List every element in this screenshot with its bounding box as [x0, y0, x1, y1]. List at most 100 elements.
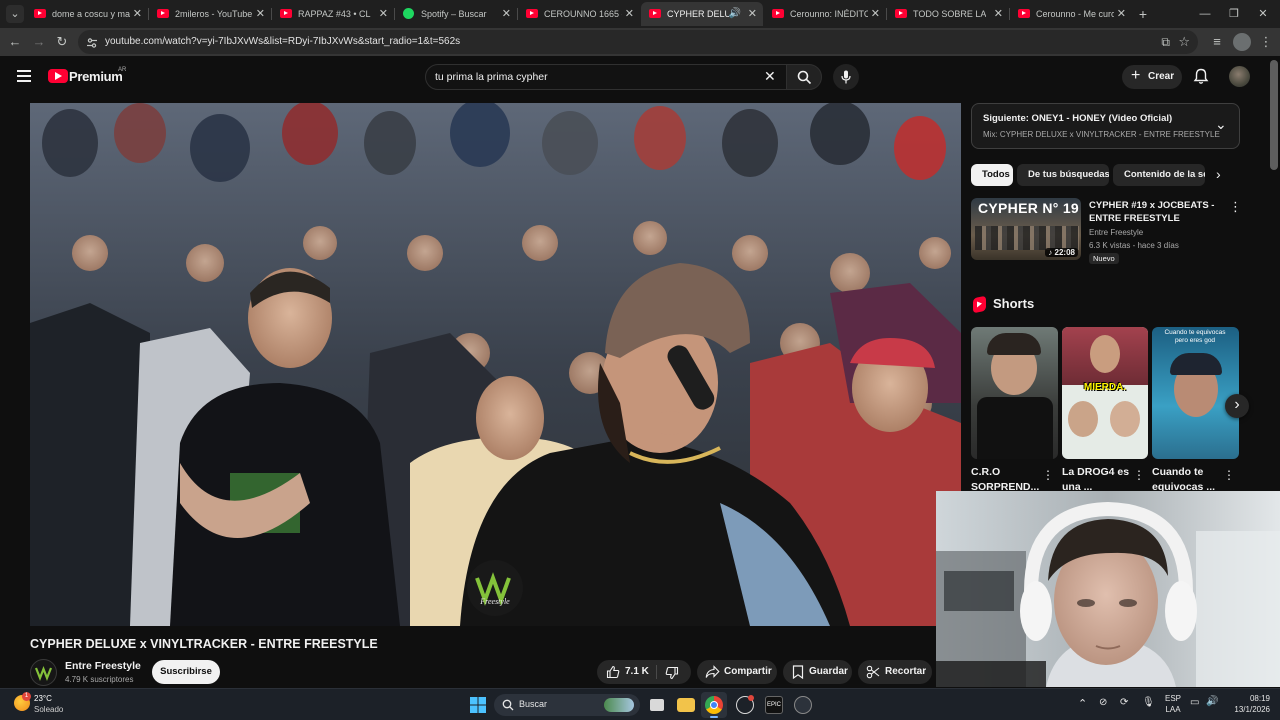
bookmark-star-icon[interactable]: ☆ — [1178, 34, 1190, 50]
file-explorer-icon[interactable] — [677, 698, 695, 712]
notifications-bell-icon[interactable] — [1193, 68, 1209, 85]
tray-chevron-up-icon[interactable]: ⌃ — [1078, 697, 1087, 710]
short-kebab-icon[interactable]: ⋮ — [1042, 468, 1054, 482]
taskbar-search-placeholder: Buscar — [519, 699, 548, 709]
restore-icon[interactable]: ❐ — [1225, 5, 1243, 23]
maps-pin-icon[interactable] — [794, 696, 812, 714]
back-arrow-icon[interactable]: ← — [6, 33, 24, 51]
browser-tab-5[interactable]: CEROUNNO 1665 - Y ✕ — [518, 2, 640, 26]
weather-temp[interactable]: 23°C — [34, 694, 52, 703]
chips-next-chevron-icon[interactable]: › — [1216, 166, 1221, 182]
video-player[interactable]: Freestyle — [30, 103, 961, 626]
language-indicator[interactable]: ESP — [1162, 694, 1184, 703]
volume-icon[interactable]: 🔊 — [1206, 696, 1218, 707]
save-label: Guardar — [809, 666, 848, 677]
webcam-person — [936, 491, 1280, 687]
like-count[interactable]: 7.1 K — [625, 660, 649, 684]
page-scrollbar[interactable] — [1270, 60, 1278, 170]
clip-button[interactable]: Recortar — [858, 660, 932, 684]
video-title: CYPHER DELUXE x VINYLTRACKER - ENTRE FRE… — [30, 637, 378, 651]
new-tab-plus-icon[interactable]: + — [1134, 5, 1152, 23]
youtube-logo-icon[interactable] — [48, 69, 68, 83]
close-icon[interactable]: ✕ — [256, 2, 265, 26]
save-button[interactable]: Guardar — [783, 660, 852, 684]
shorts-logo-icon — [973, 295, 986, 314]
search-icon — [797, 70, 812, 85]
network-icon[interactable]: ▭ — [1190, 697, 1199, 708]
install-app-icon[interactable]: ⧉ — [1161, 35, 1170, 50]
minimize-icon[interactable]: — — [1196, 5, 1214, 23]
chip-series-content[interactable]: Contenido de la ser — [1113, 164, 1205, 186]
chip-from-searches[interactable]: De tus búsquedas — [1017, 164, 1109, 186]
search-input[interactable] — [435, 68, 755, 86]
tray-sync-icon[interactable]: ⟳ — [1120, 697, 1128, 708]
browser-tab-2[interactable]: 2mileros - YouTube ✕ — [149, 2, 271, 26]
short-thumbnail-3[interactable]: Cuando te equivocas pero eres god — [1152, 327, 1239, 459]
recommended-kebab-icon[interactable]: ⋮ — [1229, 199, 1242, 215]
search-icon — [502, 699, 514, 711]
browser-tab-3[interactable]: RAPPAZ #43 • CL ✕ — [272, 2, 394, 26]
close-icon[interactable]: ✕ — [1117, 2, 1126, 26]
browser-tab-7[interactable]: Cerounno: INÉDITO ( ✕ — [764, 2, 886, 26]
share-button[interactable]: Compartir — [697, 660, 777, 684]
close-icon[interactable]: ✕ — [871, 2, 880, 26]
tray-app-icon[interactable]: ⊘ — [1099, 697, 1107, 708]
search-button[interactable] — [786, 64, 822, 90]
close-icon[interactable]: ✕ — [748, 2, 757, 26]
browser-tab-9[interactable]: Cerounno - Me curo ✕ — [1010, 2, 1132, 26]
profile-avatar-icon[interactable] — [1233, 33, 1251, 51]
site-info-icon[interactable] — [86, 36, 98, 48]
windows-start-icon[interactable] — [469, 696, 487, 714]
chip-all[interactable]: Todos — [971, 164, 1013, 186]
account-avatar[interactable] — [1229, 66, 1250, 87]
shorts-next-button[interactable]: › — [1225, 394, 1249, 418]
create-button[interactable]: + Crear — [1122, 65, 1182, 89]
browser-tab-6-active[interactable]: CYPHER DELUXE 🔊 ✕ — [641, 2, 763, 26]
task-view-icon[interactable] — [650, 699, 664, 711]
thumbs-down-icon[interactable] — [665, 666, 679, 680]
media-controls-icon[interactable]: ≡ — [1208, 33, 1226, 51]
clear-search-icon[interactable]: ✕ — [764, 68, 776, 85]
chrome-taskbar-button[interactable] — [701, 692, 727, 718]
hamburger-menu-icon[interactable] — [17, 70, 31, 82]
close-icon[interactable]: ✕ — [994, 2, 1003, 26]
clock-time[interactable]: 08:19 — [1222, 694, 1270, 703]
recommended-video-title[interactable]: CYPHER #19 x JOCBEATS - ENTRE FREESTYLE — [1089, 199, 1229, 225]
window-close-icon[interactable]: ✕ — [1254, 5, 1272, 23]
close-icon[interactable]: ✕ — [379, 2, 388, 26]
kebab-menu-icon[interactable]: ⋮ — [1257, 33, 1275, 51]
close-icon[interactable]: ✕ — [625, 2, 634, 26]
youtube-icon — [649, 9, 661, 18]
forward-arrow-icon[interactable]: → — [30, 33, 48, 51]
recommended-channel[interactable]: Entre Freestyle — [1089, 228, 1143, 237]
short-thumbnail-2[interactable]: MIERDA. — [1062, 327, 1148, 459]
voice-search-button[interactable] — [833, 64, 859, 90]
tray-mic-icon[interactable]: 🎙 — [1142, 697, 1155, 708]
browser-tab-4[interactable]: Spotify – Buscar ✕ — [395, 2, 517, 26]
close-icon[interactable]: ✕ — [502, 2, 511, 26]
taskbar-search-box[interactable]: Buscar — [494, 694, 640, 716]
up-next-mix-panel[interactable]: Siguiente: ONEY1 - HONEY (Video Oficial)… — [971, 103, 1240, 149]
channel-name[interactable]: Entre Freestyle — [65, 660, 141, 672]
tab-search-chevron-icon[interactable]: ⌄ — [6, 5, 24, 23]
search-box[interactable]: ✕ — [425, 64, 787, 90]
address-bar[interactable]: youtube.com/watch?v=yi-7IbJXvWs&list=RDy… — [78, 30, 1198, 54]
chevron-down-icon[interactable]: ⌄ — [1215, 116, 1227, 133]
clip-label: Recortar — [885, 666, 927, 677]
close-icon[interactable]: ✕ — [133, 2, 142, 26]
epic-games-icon[interactable]: EPIC — [765, 696, 783, 714]
recommended-video-thumbnail[interactable]: CYPHER N° 19 ♪ 22:08 — [971, 198, 1081, 260]
layout-indicator: LAA — [1165, 705, 1181, 714]
reload-icon[interactable]: ↻ — [53, 33, 71, 51]
short-kebab-icon[interactable]: ⋮ — [1133, 468, 1145, 482]
speaker-icon[interactable]: 🔊 — [729, 2, 741, 26]
subscribe-button[interactable]: Suscribirse — [152, 660, 220, 684]
short-kebab-icon[interactable]: ⋮ — [1223, 468, 1235, 482]
browser-tab-8[interactable]: TODO SOBRE LA ✕ — [887, 2, 1009, 26]
channel-avatar[interactable] — [30, 659, 57, 686]
thumbs-up-icon[interactable] — [606, 665, 620, 679]
short-thumbnail-1[interactable] — [971, 327, 1058, 459]
like-dislike-group: 7.1 K — [597, 660, 691, 684]
premium-logo-text[interactable]: Premium — [69, 69, 123, 84]
browser-tab-1[interactable]: dome a coscu y maz ✕ — [26, 2, 148, 26]
